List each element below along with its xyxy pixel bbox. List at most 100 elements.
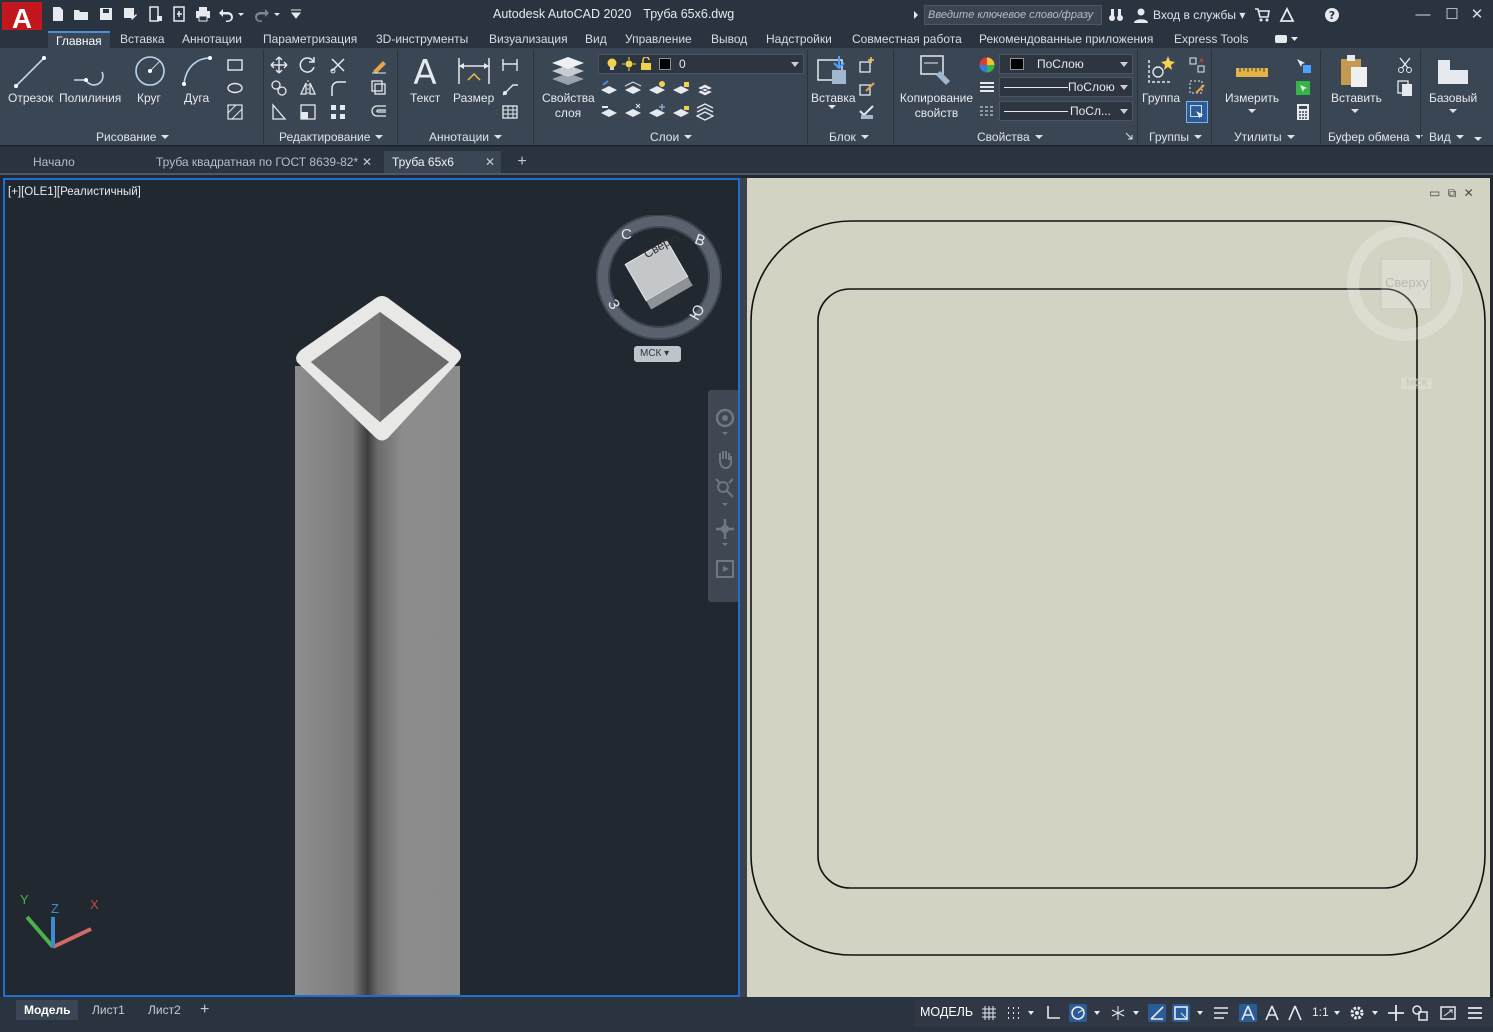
workspace-dropdown-arrow[interactable] — [1372, 1011, 1378, 1015]
layer-make-current-icon[interactable] — [600, 80, 618, 98]
ole-minimize-button[interactable]: ▭ — [1429, 186, 1440, 200]
properties-panel-title[interactable]: Свойства — [977, 130, 1043, 144]
lineweight-display-icon[interactable] — [1212, 1004, 1230, 1022]
rotate-icon[interactable] — [299, 56, 317, 74]
object-snap-tracking-icon[interactable] — [1148, 1004, 1166, 1022]
tab-output[interactable]: Вывод — [711, 31, 747, 48]
tab-addins[interactable]: Надстройки — [766, 31, 832, 48]
layer-freeze-icon[interactable] — [648, 103, 666, 121]
measure-button[interactable]: Измерить — [1225, 91, 1279, 106]
base-view-dropdown-arrow[interactable] — [1449, 109, 1457, 113]
nav-dropdown-arrow[interactable] — [722, 503, 728, 506]
plot-icon[interactable] — [195, 6, 211, 22]
isolate-objects-icon[interactable] — [1411, 1004, 1429, 1022]
polar-dropdown-arrow[interactable] — [1094, 1011, 1100, 1015]
layout-tab-model[interactable]: Модель — [16, 1000, 79, 1020]
add-layout-button[interactable]: + — [200, 1000, 216, 1020]
scale-dropdown-arrow[interactable] — [1334, 1011, 1340, 1015]
cart-icon[interactable] — [1254, 7, 1270, 23]
close-button[interactable]: ✕ — [1466, 4, 1488, 26]
close-tab-icon[interactable]: ✕ — [485, 151, 495, 173]
match-properties-button[interactable]: Копирование свойств — [899, 91, 974, 121]
leader-icon[interactable] — [501, 79, 519, 97]
annotation-panel-title[interactable]: Аннотации — [429, 130, 502, 144]
scale-icon[interactable] — [299, 103, 317, 121]
measure-dropdown-arrow[interactable] — [1248, 109, 1256, 113]
save-as-icon[interactable] — [122, 6, 138, 22]
erase-icon[interactable] — [370, 56, 388, 74]
arc-tool[interactable]: Дуга — [184, 91, 209, 106]
auto-scale-icon[interactable] — [1263, 1004, 1281, 1022]
customize-qat-icon[interactable] — [288, 6, 304, 22]
insert-block-button[interactable]: Вставка — [811, 91, 856, 106]
polar-tracking-icon[interactable] — [1069, 1004, 1087, 1022]
redo-icon[interactable] — [254, 6, 270, 22]
base-view-button[interactable]: Базовый — [1429, 91, 1477, 106]
mirror-icon[interactable] — [299, 79, 317, 97]
annotation-scale-value[interactable]: 1:1 — [1312, 1005, 1329, 1019]
ortho-icon[interactable] — [1044, 1004, 1062, 1022]
view-panel-more-arrow[interactable] — [1474, 137, 1482, 141]
customization-menu-icon[interactable] — [1466, 1004, 1484, 1022]
autodesk-a360-icon[interactable] — [1279, 7, 1295, 23]
viewport-splitter[interactable] — [740, 178, 747, 997]
layer-isolate-icon[interactable] — [648, 80, 666, 98]
copy-icon[interactable] — [270, 79, 288, 97]
file-tab-start[interactable]: Начало — [25, 151, 143, 173]
array-icon[interactable] — [329, 103, 347, 121]
stretch-icon[interactable] — [270, 103, 288, 121]
select-all-icon[interactable] — [1294, 79, 1312, 97]
copy-clip-icon[interactable] — [1396, 79, 1414, 97]
polyline-tool[interactable]: Полилиния — [59, 91, 121, 106]
tab-view[interactable]: Вид — [585, 31, 607, 48]
zoom-extents-icon[interactable] — [715, 478, 735, 500]
compass-north[interactable]: С — [621, 226, 632, 243]
annotation-visibility-icon[interactable] — [1239, 1004, 1257, 1022]
redo-dropdown-icon[interactable] — [272, 6, 282, 22]
annotation-scale-icon[interactable] — [1286, 1004, 1304, 1022]
model-space-toggle[interactable]: МОДЕЛЬ — [920, 1005, 973, 1019]
tab-3d-tools[interactable]: 3D-инструменты — [376, 31, 468, 48]
paste-dropdown-arrow[interactable] — [1351, 109, 1359, 113]
tab-visualize[interactable]: Визуализация — [489, 31, 568, 48]
cut-icon[interactable] — [1396, 56, 1414, 74]
undo-dropdown-icon[interactable] — [236, 6, 246, 22]
ellipse-icon[interactable] — [226, 79, 244, 97]
workspace-gear-icon[interactable] — [1348, 1004, 1366, 1022]
tab-featured-apps[interactable]: Рекомендованные приложения — [979, 31, 1153, 48]
layer-walk-icon[interactable] — [696, 103, 714, 121]
panel-launcher-icon[interactable] — [1125, 132, 1133, 140]
quick-select-icon[interactable] — [1294, 56, 1312, 74]
ole-close-button[interactable]: ✕ — [1464, 186, 1474, 200]
undo-icon[interactable] — [218, 6, 234, 22]
minimize-button[interactable]: — — [1412, 4, 1434, 26]
viewport-3d[interactable]: [+][OLE1][Реалистичный] Сверху С В Ю З М… — [3, 178, 740, 997]
layer-unlock-all-icon[interactable] — [672, 103, 690, 121]
snap-dropdown-arrow[interactable] — [1028, 1011, 1034, 1015]
layer-off-icon[interactable] — [624, 103, 642, 121]
layer-copy-icon[interactable] — [696, 80, 714, 98]
modify-panel-title[interactable]: Редактирование — [279, 130, 383, 144]
layer-lock-icon[interactable] — [672, 80, 690, 98]
clipboard-panel-title[interactable]: Буфер обмена — [1328, 130, 1423, 144]
new-tab-button[interactable]: + — [512, 153, 532, 171]
file-tab-gost-tube[interactable]: Труба квадратная по ГОСТ 8639-82* ✕ — [148, 151, 378, 173]
showmotion-icon[interactable] — [715, 558, 735, 580]
osnap-dropdown-arrow[interactable] — [1197, 1011, 1203, 1015]
nav-dropdown-arrow[interactable] — [722, 543, 728, 546]
trim-icon[interactable] — [329, 56, 347, 74]
tab-express-tools[interactable]: Express Tools — [1174, 31, 1248, 48]
isodraft-dropdown-arrow[interactable] — [1133, 1011, 1139, 1015]
annotation-monitor-icon[interactable] — [1387, 1004, 1405, 1022]
linetype-icon[interactable] — [978, 103, 996, 121]
snap-icon[interactable] — [1004, 1004, 1022, 1022]
lineweight-icon[interactable] — [978, 79, 996, 97]
explode-icon[interactable] — [370, 79, 388, 97]
layer-dropdown[interactable]: 0 — [598, 54, 804, 74]
fillet-icon[interactable] — [329, 79, 347, 97]
maximize-button[interactable]: ☐ — [1441, 4, 1463, 26]
group-selection-icon[interactable] — [1186, 101, 1208, 123]
group-button[interactable]: Группа — [1142, 91, 1180, 106]
create-block-icon[interactable] — [858, 56, 876, 74]
tab-manage[interactable]: Управление — [625, 31, 692, 48]
